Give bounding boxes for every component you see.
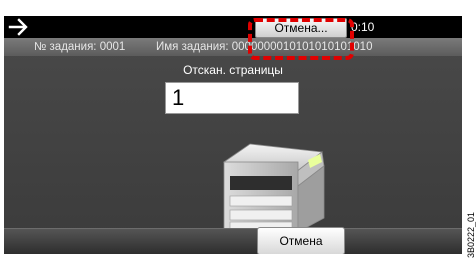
job-number: № задания: 0001 bbox=[34, 41, 126, 53]
scanned-pages-count-field: 1 bbox=[165, 82, 299, 114]
bottom-bar bbox=[4, 228, 462, 254]
copier-icon bbox=[222, 143, 325, 232]
top-bar: Отмена... 0:10 bbox=[4, 16, 462, 38]
highlight-callout bbox=[248, 18, 354, 60]
job-info-bar: № задания: 0001 Имя задания: 00000000101… bbox=[4, 38, 462, 56]
device-screen: Отмена... 0:10 № задания: 0001 Имя задан… bbox=[4, 16, 462, 254]
right-arrow-icon[interactable] bbox=[8, 17, 30, 37]
scanned-pages-label: Отскан. страницы bbox=[183, 63, 283, 77]
figure-code: 3B0222_01 bbox=[466, 211, 476, 258]
cancel-button[interactable]: Отмена bbox=[257, 227, 345, 254]
timer-display: 0:10 bbox=[351, 20, 375, 34]
